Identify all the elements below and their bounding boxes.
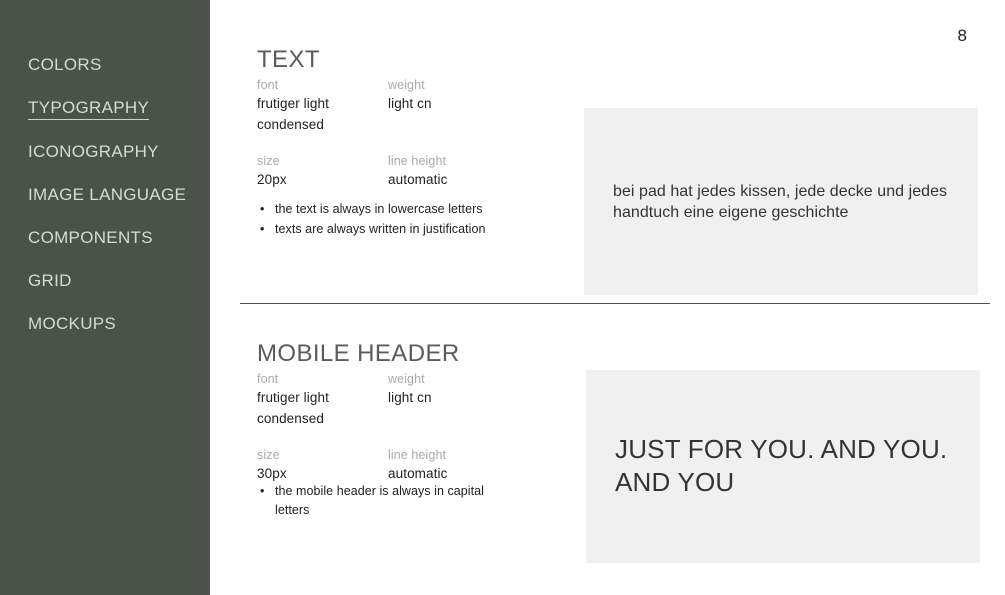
spec-label: weight [388, 372, 425, 386]
sidebar-item-typography[interactable]: TYPOGRAPHY [28, 99, 210, 120]
spec-value: light cn [388, 96, 432, 112]
spec-row: size 30px line height automatic [257, 446, 557, 481]
sidebar-item-iconography[interactable]: ICONOGRAPHY [28, 143, 210, 163]
sample-box-text: bei pad hat jedes kissen, jede decke und… [584, 108, 978, 295]
sidebar-item-label: COMPONENTS [28, 228, 153, 247]
spec-row: size 20px line height automatic [257, 152, 557, 187]
sidebar-item-mockups[interactable]: MOCKUPS [28, 315, 210, 335]
list-item: texts are always written in justificatio… [257, 220, 512, 240]
spec-row: font frutiger light condensed weight lig… [257, 76, 557, 132]
spec-label: size [257, 154, 280, 168]
bullet-list: the mobile header is always in capital l… [257, 482, 512, 522]
sidebar-item-label: MOCKUPS [28, 314, 117, 333]
sample-box-mobile-header: JUST FOR YOU. AND YOU. AND YOU [586, 370, 980, 563]
sidebar-item-colors[interactable]: COLORS [28, 56, 210, 76]
list-item: the mobile header is always in capital l… [257, 482, 512, 521]
spec-cell-line-height: line height automatic [388, 446, 538, 485]
spec-label: font [257, 78, 279, 92]
sidebar-item-label: TYPOGRAPHY [28, 99, 150, 120]
page-number: 8 [957, 26, 967, 45]
spec-value: 20px [257, 172, 287, 188]
spec-row: font frutiger light condensed weight lig… [257, 370, 557, 426]
spec-cell-font: font frutiger light condensed [257, 76, 387, 135]
sidebar-item-label: ICONOGRAPHY [28, 142, 159, 161]
spec-cell-font: font frutiger light condensed [257, 370, 387, 429]
section-title: TEXT [257, 45, 320, 73]
spec-value: frutiger light condensed [257, 390, 329, 426]
sidebar-item-label: GRID [28, 271, 72, 290]
sample-text: JUST FOR YOU. AND YOU. AND YOU [615, 433, 948, 498]
spec-cell-size: size 30px [257, 446, 387, 485]
sample-inner: JUST FOR YOU. AND YOU. AND YOU [615, 433, 958, 501]
sidebar-item-label: IMAGE LANGUAGE [28, 185, 187, 204]
sidebar-item-components[interactable]: COMPONENTS [28, 229, 210, 249]
spec-label: line height [388, 154, 447, 168]
main-content: 8 TEXT font frutiger light condensed wei… [210, 0, 1005, 595]
spec-label: size [257, 448, 280, 462]
spec-value: light cn [388, 390, 432, 406]
spec-value: frutiger light condensed [257, 96, 329, 132]
spec-cell-line-height: line height automatic [388, 152, 538, 191]
bullet-list: the text is always in lowercase letters … [257, 200, 512, 241]
spec-label: line height [388, 448, 447, 462]
spec-value: automatic [388, 172, 448, 188]
spec-label: weight [388, 78, 425, 92]
sidebar-nav: COLORS TYPOGRAPHY ICONOGRAPHY IMAGE LANG… [28, 56, 210, 358]
spec-cell-size: size 20px [257, 152, 387, 191]
sidebar-item-label: COLORS [28, 55, 102, 74]
sample-text: bei pad hat jedes kissen, jede decke und… [613, 182, 948, 221]
section-title: MOBILE HEADER [257, 339, 460, 367]
spec-label: font [257, 372, 279, 386]
spec-cell-weight: weight light cn [388, 370, 538, 409]
sidebar-item-grid[interactable]: GRID [28, 272, 210, 292]
sidebar: COLORS TYPOGRAPHY ICONOGRAPHY IMAGE LANG… [0, 0, 210, 595]
spec-cell-weight: weight light cn [388, 76, 538, 115]
sample-inner: bei pad hat jedes kissen, jede decke und… [613, 180, 956, 222]
section-divider [240, 303, 990, 304]
list-item: the text is always in lowercase letters [257, 200, 512, 220]
spec-grid: font frutiger light condensed weight lig… [257, 76, 557, 187]
sidebar-item-image-language[interactable]: IMAGE LANGUAGE [28, 186, 210, 206]
spec-grid: font frutiger light condensed weight lig… [257, 370, 557, 481]
